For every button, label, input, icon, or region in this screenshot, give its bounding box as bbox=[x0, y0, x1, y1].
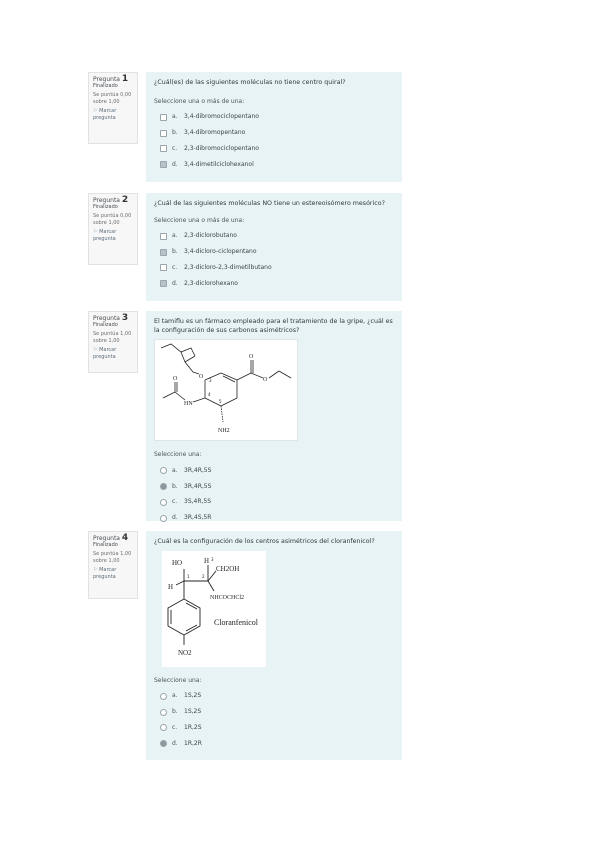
label-nhcochcl2: NHCOCHCl2 bbox=[210, 595, 244, 601]
answer-list: a. 1S,2S b. 1S,2S c. 1R,2S d. 1R,2R bbox=[154, 689, 394, 752]
question-content-2: ¿Cuál de las siguientes moléculas NO tie… bbox=[146, 193, 402, 301]
flag-question-link[interactable]: ⚐ Marcar pregunta bbox=[93, 229, 133, 243]
cloranfenicol-structure-diagram: HO H CH2OH H NHCOCHCl2 NO2 Cloranfenicol… bbox=[162, 550, 266, 667]
answer-option-c[interactable]: c. 2,3-dibromociclopentano bbox=[154, 141, 394, 157]
answer-option-d[interactable]: d. 3R,4S,5R bbox=[154, 510, 394, 526]
answer-option-a[interactable]: a. 3,4-dibromociclopentano bbox=[154, 110, 394, 126]
answer-option-b[interactable]: b. 3R,4R,5S bbox=[154, 479, 394, 495]
flag-icon: ⚐ bbox=[93, 347, 98, 353]
radio-button[interactable] bbox=[160, 514, 167, 522]
question-state: Finalizado bbox=[93, 322, 118, 328]
flag-question-link[interactable]: ⚐ Marcar pregunta bbox=[93, 567, 133, 581]
locant-3: 3 bbox=[211, 557, 214, 562]
question-info-1: Pregunta 1 Finalizado Se puntúa 0,00 sob… bbox=[88, 72, 138, 144]
answer-option-a[interactable]: a. 3R,4R,5S bbox=[154, 463, 394, 479]
question-text: El tamiflu es un fármaco empleado para e… bbox=[154, 318, 393, 334]
question-content-3: El tamiflu es un fármaco empleado para e… bbox=[146, 311, 402, 522]
flag-icon: ⚐ bbox=[93, 229, 98, 235]
question-info-4: Pregunta 4 Finalizado Se puntúa 1,00 sob… bbox=[88, 531, 138, 599]
answer-option-b[interactable]: b. 3,4-dibromopentano bbox=[154, 125, 394, 141]
flag-question-link[interactable]: ⚐ Marcar pregunta bbox=[93, 108, 133, 122]
locant-5: 5 bbox=[219, 399, 222, 404]
flag-icon: ⚐ bbox=[93, 108, 98, 114]
question-mark: Se puntúa 1,00 sobre 1,00 bbox=[93, 331, 132, 344]
checkbox[interactable] bbox=[160, 248, 167, 256]
answer-option-d[interactable]: d. 3,4-dimetilciclohexanol bbox=[154, 157, 394, 173]
flag-icon: ⚐ bbox=[93, 567, 98, 573]
checkbox[interactable] bbox=[160, 145, 167, 153]
answer-option-b[interactable]: b. 3,4-dicloro-ciclopentano bbox=[154, 244, 394, 260]
label-h-left: H bbox=[168, 583, 173, 591]
label-h-top: H bbox=[204, 557, 209, 565]
locant-1: 1 bbox=[187, 574, 190, 579]
question-info-2: Pregunta 2 Finalizado Se puntúa 0,00 sob… bbox=[88, 193, 138, 265]
flag-question-link[interactable]: ⚐ Marcar pregunta bbox=[93, 347, 133, 361]
answer-list: a. 2,3-diclorobutano b. 3,4-dicloro-ciclop… bbox=[154, 229, 394, 292]
label-no2: NO2 bbox=[178, 649, 192, 657]
atom-nh2: NH2 bbox=[218, 428, 230, 434]
question-text: ¿Cuál de las siguientes moléculas NO tie… bbox=[154, 200, 385, 207]
radio-button[interactable] bbox=[160, 498, 167, 506]
question-mark: Se puntúa 1,00 sobre 1,00 bbox=[93, 551, 132, 564]
answer-option-c[interactable]: c. 2,3-dicloro-2,3-dimetilbutano bbox=[154, 260, 394, 276]
question-number: Pregunta 3 bbox=[93, 313, 129, 323]
answer-prompt: Seleccione una o más de una: bbox=[154, 216, 245, 224]
answer-option-a[interactable]: a. 2,3-diclorobutano bbox=[154, 229, 394, 245]
atom-o-carbonyl: O bbox=[249, 354, 254, 360]
question-text: ¿Cuál(es) de las siguientes moléculas no… bbox=[154, 79, 346, 86]
label-ch2oh: CH2OH bbox=[216, 565, 239, 573]
locant-3: 3 bbox=[209, 378, 212, 383]
label-ho: HO bbox=[172, 559, 182, 567]
answer-option-d[interactable]: d. 2,3-diclorohexano bbox=[154, 276, 394, 292]
checkbox[interactable] bbox=[160, 280, 167, 288]
answer-option-b[interactable]: b. 1S,2S bbox=[154, 704, 394, 720]
checkbox[interactable] bbox=[160, 232, 167, 240]
question-number: Pregunta 1 bbox=[93, 74, 129, 84]
question-state: Finalizado bbox=[93, 542, 118, 548]
answer-option-d[interactable]: d. 1R,2R bbox=[154, 736, 394, 752]
checkbox[interactable] bbox=[160, 129, 167, 137]
answer-prompt: Seleccione una o más de una: bbox=[154, 97, 245, 105]
radio-button[interactable] bbox=[160, 724, 167, 732]
answer-option-a[interactable]: a. 1S,2S bbox=[154, 689, 394, 705]
checkbox[interactable] bbox=[160, 113, 167, 121]
question-content-4: ¿Cuál es la configuración de los centros… bbox=[146, 531, 402, 760]
radio-button[interactable] bbox=[160, 708, 167, 716]
tamiflu-structure-diagram: O O O O HN NH2 3 4 5 bbox=[154, 339, 298, 441]
compound-name: Cloranfenicol bbox=[214, 618, 259, 627]
question-content-1: ¿Cuál(es) de las siguientes moléculas no… bbox=[146, 72, 402, 182]
radio-button[interactable] bbox=[160, 740, 167, 748]
radio-button[interactable] bbox=[160, 692, 167, 700]
answer-prompt: Seleccione una: bbox=[154, 676, 202, 684]
question-number: Pregunta 4 bbox=[93, 533, 129, 543]
question-number: Pregunta 2 bbox=[93, 195, 129, 205]
answer-option-c[interactable]: c. 1R,2S bbox=[154, 720, 394, 736]
question-state: Finalizado bbox=[93, 83, 118, 89]
radio-button[interactable] bbox=[160, 483, 167, 491]
atom-nh-amide: HN bbox=[184, 401, 193, 407]
atom-o-ester: O bbox=[263, 377, 268, 383]
locant-4: 4 bbox=[208, 392, 211, 397]
answer-list: a. 3,4-dibromociclopentano b. 3,4-dibromop… bbox=[154, 110, 394, 173]
question-mark: Se puntúa 0,00 sobre 1,00 bbox=[93, 92, 132, 105]
answer-option-c[interactable]: c. 3S,4R,5S bbox=[154, 495, 394, 511]
checkbox[interactable] bbox=[160, 264, 167, 272]
radio-button[interactable] bbox=[160, 467, 167, 475]
question-info-3: Pregunta 3 Finalizado Se puntúa 1,00 sob… bbox=[88, 311, 138, 373]
answer-list: a. 3R,4R,5S b. 3R,4R,5S c. 3S,4R,5S d. 3R,4S… bbox=[154, 463, 394, 526]
atom-o-amide: O bbox=[173, 376, 178, 382]
locant-2: 2 bbox=[202, 574, 205, 579]
atom-o-ether: O bbox=[199, 374, 204, 380]
question-mark: Se puntúa 0,00 sobre 1,00 bbox=[93, 213, 132, 226]
question-state: Finalizado bbox=[93, 204, 118, 210]
question-text: ¿Cuál es la configuración de los centros… bbox=[154, 538, 375, 545]
checkbox[interactable] bbox=[160, 161, 167, 169]
answer-prompt: Seleccione una: bbox=[154, 451, 202, 458]
